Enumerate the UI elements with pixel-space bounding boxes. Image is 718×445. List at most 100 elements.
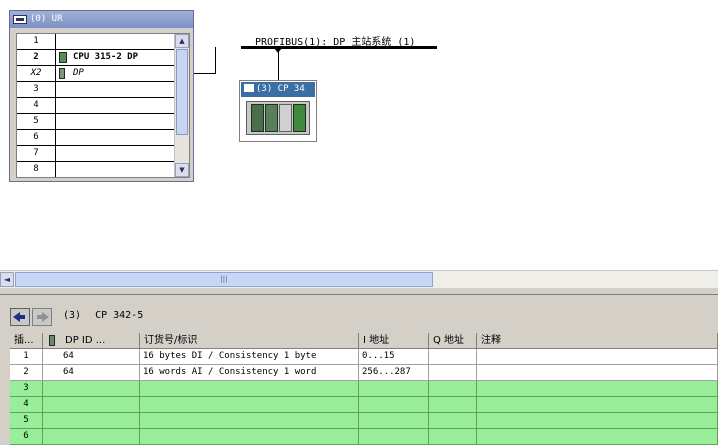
back-button[interactable] — [10, 308, 30, 326]
rack-row[interactable]: X2 DP — [17, 66, 177, 82]
cell-order-number — [140, 429, 359, 445]
cell-slot: 1 — [10, 349, 43, 365]
cell-slot: 5 — [10, 413, 43, 429]
table-row[interactable]: 5 — [10, 413, 718, 429]
horizontal-scrollbar[interactable]: ◄ ||| — [0, 270, 718, 288]
cell-dp-id: 64 — [43, 365, 140, 381]
slot-config-table: 插... DP ID ... 订货号/标识 I 地址 Q 地址 注释 1 64 … — [10, 333, 718, 445]
slave-icon — [244, 84, 254, 92]
column-header-dp-id[interactable]: DP ID ... — [43, 333, 140, 349]
cell-i-address: 0...15 — [359, 349, 429, 365]
pane-splitter[interactable] — [0, 288, 718, 295]
rack-icon — [13, 15, 27, 24]
horizontal-scroll-thumb[interactable]: ||| — [15, 272, 433, 287]
table-row[interactable]: 6 — [10, 429, 718, 445]
module-icon — [49, 335, 55, 346]
rack-module-name: CPU 315-2 DP — [73, 52, 139, 62]
table-row[interactable]: 1 64 16 bytes DI / Consistency 1 byte 0.… — [10, 349, 718, 365]
cell-q-address — [429, 413, 477, 429]
cell-q-address — [429, 349, 477, 365]
cell-order-number — [140, 381, 359, 397]
scroll-left-icon[interactable]: ◄ — [0, 272, 14, 287]
dp-slave-label: (3) CP 34 — [256, 84, 305, 94]
rack-link-line — [215, 47, 216, 74]
rack-row[interactable]: 5 — [17, 114, 177, 130]
cell-dp-id — [43, 413, 140, 429]
rack-slot-number: 3 — [17, 82, 56, 97]
cell-comment — [477, 365, 718, 381]
profibus-line[interactable] — [241, 46, 437, 49]
cell-order-number: 16 bytes DI / Consistency 1 byte — [140, 349, 359, 365]
scroll-up-icon[interactable]: ▲ — [175, 34, 189, 48]
column-header-comment[interactable]: 注释 — [477, 333, 718, 349]
detail-panel: (3) CP 342-5 插... DP ID ... 订货号/标识 I 地址 Q… — [0, 295, 718, 445]
detail-title: (3) CP 342-5 — [63, 310, 157, 321]
rack-row[interactable]: 8 — [17, 162, 177, 177]
rack-slot-number: 8 — [17, 162, 56, 177]
rack-vertical-scrollbar[interactable]: ▲ ▼ — [174, 34, 189, 177]
detail-slot-number: (3) — [63, 310, 82, 321]
rack-slot-number: 6 — [17, 130, 56, 145]
rack-slot-number: 4 — [17, 98, 56, 113]
rack-module-name: DP — [73, 68, 84, 78]
scroll-down-icon[interactable]: ▼ — [175, 163, 189, 177]
column-header-order-number[interactable]: 订货号/标识 — [140, 333, 359, 349]
column-header-slot[interactable]: 插... — [10, 333, 43, 349]
slave-drop-line — [278, 49, 279, 81]
cell-q-address — [429, 429, 477, 445]
rack-window[interactable]: (0) UR 1 2 CPU 315-2 DP X2 DP 3 4 5 6 7 — [9, 10, 194, 182]
rack-scroll-thumb[interactable] — [176, 49, 188, 135]
rack-slot-number: 2 — [17, 50, 56, 65]
cell-slot: 3 — [10, 381, 43, 397]
cell-comment — [477, 413, 718, 429]
rack-link-line — [194, 73, 216, 74]
cell-comment — [477, 429, 718, 445]
rack-row[interactable]: 6 — [17, 130, 177, 146]
rack-row[interactable]: 1 — [17, 34, 177, 50]
cpu-module-icon — [59, 52, 67, 63]
column-header-dp-id-label: DP ID ... — [65, 335, 106, 346]
dp-slave-title: (3) CP 34 — [241, 82, 315, 97]
dp-interface-icon — [59, 68, 65, 79]
table-row[interactable]: 3 — [10, 381, 718, 397]
cell-order-number: 16 words AI / Consistency 1 word — [140, 365, 359, 381]
rack-slot-table: 1 2 CPU 315-2 DP X2 DP 3 4 5 6 7 8 ▲ ▼ — [16, 33, 190, 178]
rack-row[interactable]: 2 CPU 315-2 DP — [17, 50, 177, 66]
cell-comment — [477, 349, 718, 365]
cell-i-address — [359, 381, 429, 397]
rack-row[interactable]: 4 — [17, 98, 177, 114]
rack-row[interactable]: 3 — [17, 82, 177, 98]
cell-dp-id — [43, 381, 140, 397]
cell-q-address — [429, 365, 477, 381]
rack-slot-number: 1 — [17, 34, 56, 49]
cell-q-address — [429, 397, 477, 413]
detail-module-name: CP 342-5 — [95, 310, 144, 321]
cell-slot: 6 — [10, 429, 43, 445]
cell-slot: 2 — [10, 365, 43, 381]
cell-i-address — [359, 429, 429, 445]
arrow-left-icon — [13, 312, 25, 322]
table-row[interactable]: 2 64 16 words AI / Consistency 1 word 25… — [10, 365, 718, 381]
cell-order-number — [140, 397, 359, 413]
rack-slot-number: 7 — [17, 146, 56, 161]
rack-row[interactable]: 7 — [17, 146, 177, 162]
column-header-i-address[interactable]: I 地址 — [359, 333, 429, 349]
cell-dp-id — [43, 429, 140, 445]
rack-title-bar[interactable]: (0) UR — [10, 11, 193, 28]
cell-dp-id — [43, 397, 140, 413]
plc-station-icon — [246, 101, 310, 135]
cell-i-address — [359, 413, 429, 429]
table-row[interactable]: 4 — [10, 397, 718, 413]
cell-i-address: 256...287 — [359, 365, 429, 381]
forward-button[interactable] — [32, 308, 52, 326]
column-header-q-address[interactable]: Q 地址 — [429, 333, 477, 349]
dp-slave-box[interactable]: (3) CP 34 — [239, 80, 317, 142]
rack-slot-number: 5 — [17, 114, 56, 129]
arrow-right-icon — [37, 312, 49, 322]
cell-slot: 4 — [10, 397, 43, 413]
cell-comment — [477, 381, 718, 397]
cell-q-address — [429, 381, 477, 397]
cell-order-number — [140, 413, 359, 429]
cell-i-address — [359, 397, 429, 413]
rack-slot-number: X2 — [17, 66, 56, 81]
